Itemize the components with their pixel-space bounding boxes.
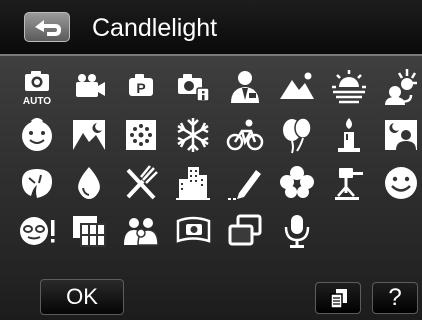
help-button[interactable]: ?	[372, 282, 418, 314]
title-bar: Candlelight	[0, 0, 422, 56]
water-drop-icon[interactable]	[66, 162, 112, 204]
video-camera-icon[interactable]	[66, 66, 112, 108]
blink-detection-icon[interactable]	[14, 210, 60, 252]
fireworks-icon[interactable]	[118, 114, 164, 156]
scene-title: Candlelight	[92, 14, 218, 42]
night-portrait-icon[interactable]	[378, 66, 422, 108]
collage-frame-icon[interactable]	[66, 210, 112, 252]
ok-button[interactable]: OK	[40, 279, 124, 315]
menu-pages-icon	[330, 289, 347, 309]
menu-pages-button[interactable]	[315, 282, 361, 314]
svg-text:AUTO: AUTO	[23, 96, 51, 107]
night-portrait-moon-icon[interactable]	[378, 114, 422, 156]
portrait-suit-icon[interactable]	[222, 66, 268, 108]
party-balloons-icon[interactable]	[274, 114, 320, 156]
return-arrow-icon	[35, 20, 61, 36]
multi-frame-icon[interactable]	[222, 210, 268, 252]
candlelight-icon[interactable]	[326, 114, 372, 156]
svg-text:P: P	[136, 80, 145, 96]
flower-icon[interactable]	[274, 162, 320, 204]
night-landscape-icon[interactable]	[66, 114, 112, 156]
leaf-nature-icon[interactable]	[14, 162, 60, 204]
child-face-icon[interactable]	[14, 114, 60, 156]
bicycle-sport-icon[interactable]	[222, 114, 268, 156]
group-people-icon[interactable]	[118, 210, 164, 252]
camera-auto-icon[interactable]: AUTO	[14, 66, 60, 108]
sunset-icon[interactable]	[326, 66, 372, 108]
voice-recording-icon[interactable]	[274, 210, 320, 252]
panorama-camera-icon[interactable]	[170, 210, 216, 252]
pencil-sketch-icon[interactable]	[222, 162, 268, 204]
camera-scene-screen: Candlelight AUTO P OK ?	[0, 0, 422, 320]
scene-mode-grid: AUTO P	[10, 66, 420, 256]
food-utensils-icon[interactable]	[118, 162, 164, 204]
camera-info-icon[interactable]	[170, 66, 216, 108]
smile-face-icon[interactable]	[378, 162, 422, 204]
snowflake-icon[interactable]	[170, 114, 216, 156]
landscape-mountains-icon[interactable]	[274, 66, 320, 108]
back-button[interactable]	[24, 12, 70, 42]
program-p-icon[interactable]: P	[118, 66, 164, 108]
building-icon[interactable]	[170, 162, 216, 204]
tripod-icon[interactable]	[326, 162, 372, 204]
